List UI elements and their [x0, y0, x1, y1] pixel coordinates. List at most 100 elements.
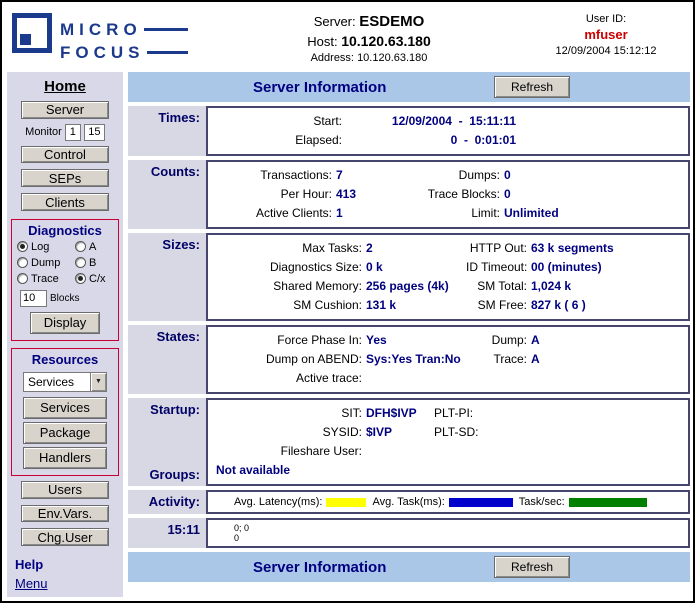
radio-icon-a[interactable] [75, 241, 86, 252]
monitor-input-2[interactable] [84, 124, 105, 141]
sizes-box: Max Tasks: 2 HTTP Out: 63 k segments Dia… [206, 233, 690, 321]
radio-option-trace[interactable]: Trace [17, 273, 75, 285]
clients-button[interactable]: Clients [21, 193, 109, 211]
id-timeout-label: ID Timeout: [466, 258, 527, 277]
active-clients-label: Active Clients: [212, 204, 332, 223]
startup-row: Startup: Groups: SIT: DFH$IVP PLT-PI: SY… [128, 398, 690, 486]
page-header: MICRO FOCUS Server: ESDEMO Host: 10.120.… [2, 2, 693, 72]
main-panel: Server Information Refresh Times: Start:… [128, 72, 690, 597]
server-info-footer-bar: Server Information Refresh [128, 552, 690, 582]
refresh-button-top[interactable]: Refresh [494, 76, 570, 98]
shared-memory-value: 256 pages (4k) [366, 277, 462, 296]
start-label: Start: [212, 112, 342, 131]
display-button[interactable]: Display [30, 312, 100, 334]
services-button[interactable]: Services [23, 397, 107, 419]
radio-label-trace: Trace [31, 273, 59, 285]
max-tasks-label: Max Tasks: [212, 239, 362, 258]
radio-option-dump[interactable]: Dump [17, 257, 75, 269]
http-out-value: 63 k segments [531, 239, 684, 258]
startup-groups-label: Startup: Groups: [128, 398, 206, 486]
radio-icon-dump[interactable] [17, 257, 28, 268]
radio-label-cx: C/x [89, 273, 106, 285]
package-button[interactable]: Package [23, 422, 107, 444]
header-timestamp: 12/09/2004 15:12:12 [531, 45, 681, 57]
plt-sd-label: PLT-SD: [434, 423, 538, 442]
elapsed-label: Elapsed: [212, 131, 342, 150]
refresh-button-bottom[interactable]: Refresh [494, 556, 570, 578]
diagnostics-size-value: 0 k [366, 258, 462, 277]
http-out-label: HTTP Out: [466, 239, 527, 258]
chevron-down-icon[interactable]: ▼ [90, 373, 106, 391]
sm-free-value: 827 k ( 6 ) [531, 296, 684, 315]
avg-latency-label: Avg. Latency(ms): [234, 496, 322, 508]
chguser-button[interactable]: Chg.User [21, 528, 109, 546]
states-label: States: [128, 325, 206, 394]
radio-icon-cx[interactable] [75, 273, 86, 284]
shared-memory-label: Shared Memory: [212, 277, 362, 296]
users-button[interactable]: Users [21, 481, 109, 499]
active-trace-label: Active trace: [212, 369, 362, 388]
times-row: Times: Start: 12/09/2004 - 15:11:11 Elap… [128, 106, 690, 156]
dumps-label: Dumps: [396, 166, 500, 185]
max-tasks-value: 2 [366, 239, 462, 258]
force-phase-in-value: Yes [366, 331, 462, 350]
id-timeout-value: 00 (minutes) [531, 258, 684, 277]
envvars-button[interactable]: Env.Vars. [21, 505, 109, 523]
server-info-header-bar: Server Information Refresh [128, 72, 690, 102]
sizes-label: Sizes: [128, 233, 206, 321]
per-hour-value: 413 [336, 185, 392, 204]
dump-state-label: Dump: [466, 331, 527, 350]
monitor-input-1[interactable] [65, 124, 81, 141]
radio-icon-log[interactable] [17, 241, 28, 252]
handlers-button[interactable]: Handlers [23, 447, 107, 469]
blocks-label: Blocks [50, 293, 79, 304]
seps-button[interactable]: SEPs [21, 169, 109, 187]
counts-box: Transactions: 7 Dumps: 0 Per Hour: 413 T… [206, 160, 690, 229]
blocks-input[interactable] [20, 290, 47, 307]
resources-group: Resources Services ▼ Services Package Ha… [11, 348, 119, 476]
activity-row: Activity: Avg. Latency(ms): Avg. Task(ms… [128, 490, 690, 514]
radio-option-log[interactable]: Log [17, 241, 75, 253]
radio-option-a[interactable]: A [75, 241, 113, 253]
home-link[interactable]: Home [44, 78, 86, 95]
fileshare-user-value [366, 442, 430, 461]
dump-on-abend-value: Sys:Yes Tran:No [366, 350, 462, 369]
sm-total-label: SM Total: [466, 277, 527, 296]
server-identity-block: Server: ESDEMO Host: 10.120.63.180 Addre… [207, 10, 531, 72]
logo-word-micro: MICRO [60, 20, 142, 40]
micro-focus-logo-icon [12, 13, 52, 53]
per-hour-label: Per Hour: [212, 185, 332, 204]
states-row: States: Force Phase In: Yes Dump: A Dump… [128, 325, 690, 394]
radio-option-cx[interactable]: C/x [75, 273, 113, 285]
host-value: 10.120.63.180 [341, 33, 431, 49]
address-value: 10.120.63.180 [357, 52, 427, 64]
diagnostics-title: Diagnostics [28, 223, 102, 238]
menu-link[interactable]: Menu [15, 576, 48, 591]
times-box: Start: 12/09/2004 - 15:11:11 Elapsed: 0 … [206, 106, 690, 156]
trace-state-label: Trace: [466, 350, 527, 369]
activity-value-line-2: 0 [234, 533, 684, 543]
server-label: Server: [314, 14, 356, 29]
user-block: User ID: mfuser 12/09/2004 15:12:12 [531, 10, 681, 72]
radio-icon-b[interactable] [75, 257, 86, 268]
activity-values-box: 0; 0 0 [206, 518, 690, 548]
content-area: Home Server Monitor Control SEPs Clients… [2, 72, 693, 601]
control-button[interactable]: Control [21, 146, 109, 164]
active-trace-value [366, 369, 462, 388]
radio-icon-trace[interactable] [17, 273, 28, 284]
address-label: Address: [311, 52, 354, 64]
plt-pi-label: PLT-PI: [434, 404, 538, 423]
resources-dropdown[interactable]: Services ▼ [23, 372, 107, 392]
counts-label: Counts: [128, 160, 206, 229]
sit-label: SIT: [212, 404, 362, 423]
radio-label-b: B [89, 257, 96, 269]
server-button[interactable]: Server [21, 101, 109, 119]
server-info-title: Server Information [253, 79, 386, 96]
times-label: Times: [128, 106, 206, 156]
radio-option-b[interactable]: B [75, 257, 113, 269]
app-window: MICRO FOCUS Server: ESDEMO Host: 10.120.… [0, 0, 695, 603]
activity-value-line-1: 0; 0 [234, 523, 684, 533]
activity-values-row: 15:11 0; 0 0 [128, 518, 690, 548]
transactions-label: Transactions: [212, 166, 332, 185]
radio-label-log: Log [31, 241, 49, 253]
